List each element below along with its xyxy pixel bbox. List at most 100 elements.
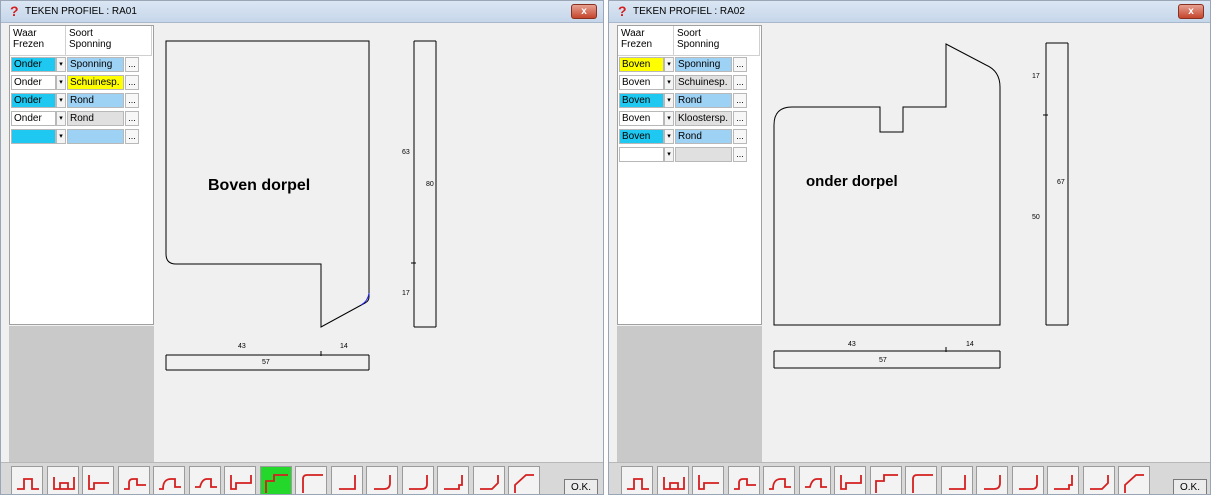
more-options-button[interactable]: ... [733, 57, 747, 72]
more-options-button[interactable]: ... [125, 75, 139, 90]
waar-frezen-cell[interactable]: Onder [11, 57, 56, 72]
tool-button-4[interactable] [727, 466, 760, 494]
soort-sponning-cell[interactable]: Sponning [67, 57, 124, 72]
waar-frezen-cell[interactable]: Boven [619, 93, 664, 108]
dropdown-arrow-icon[interactable]: ▾ [664, 111, 674, 126]
title-bar: ? TEKEN PROFIEL : RA02 x [609, 1, 1210, 23]
tool-button-1[interactable] [621, 466, 653, 494]
dropdown-arrow-icon[interactable]: ▾ [56, 75, 66, 90]
window-title: TEKEN PROFIEL : RA02 [633, 6, 745, 17]
soort-sponning-cell[interactable]: Rond [67, 93, 124, 108]
tool-button-2[interactable] [656, 466, 689, 494]
waar-frezen-cell[interactable]: Onder [11, 75, 56, 90]
dropdown-arrow-icon[interactable]: ▾ [56, 111, 66, 126]
waar-frezen-cell[interactable] [11, 129, 56, 144]
tool-button-5[interactable] [763, 466, 795, 494]
tool-button-7[interactable] [224, 466, 256, 494]
tool-button-8[interactable] [259, 466, 292, 494]
soort-sponning-cell[interactable]: Rond [675, 93, 732, 108]
tool-button-1[interactable] [11, 466, 43, 494]
tool-button-11[interactable] [366, 466, 398, 494]
tool-bar: O.K. [1, 462, 603, 494]
more-options-button[interactable]: ... [733, 129, 747, 144]
soort-sponning-cell[interactable] [675, 147, 732, 162]
waar-frezen-cell[interactable]: Boven [619, 129, 664, 144]
more-options-button[interactable]: ... [125, 111, 139, 126]
dim-right-total: 67 [1057, 179, 1065, 186]
more-options-button[interactable]: ... [733, 75, 747, 90]
dropdown-arrow-icon[interactable]: ▾ [664, 57, 674, 72]
tool-button-15[interactable] [508, 466, 540, 494]
tool-button-7[interactable] [834, 466, 866, 494]
tool-button-6[interactable] [798, 466, 831, 494]
dropdown-arrow-icon[interactable]: ▾ [664, 147, 674, 162]
tool-button-10[interactable] [330, 466, 363, 494]
grey-area [9, 326, 154, 462]
stair-up-icon [874, 474, 898, 493]
tool-button-11[interactable] [976, 466, 1008, 494]
close-button[interactable]: x [1178, 4, 1204, 19]
soort-sponning-cell[interactable]: Rond [67, 111, 124, 126]
question-icon: ? [618, 3, 627, 19]
tool-button-3[interactable] [82, 466, 114, 494]
more-options-button[interactable]: ... [125, 129, 139, 144]
more-options-button[interactable]: ... [125, 93, 139, 108]
ok-button[interactable]: O.K. [564, 479, 598, 494]
bevel-step-2-icon [769, 478, 791, 490]
more-options-button[interactable]: ... [733, 111, 747, 126]
more-options-button[interactable]: ... [733, 147, 747, 162]
dropdown-arrow-icon[interactable]: ▾ [664, 75, 674, 90]
close-button[interactable]: x [571, 4, 597, 19]
waar-frezen-cell[interactable]: Onder [11, 111, 56, 126]
tool-button-4[interactable] [117, 466, 150, 494]
soort-sponning-cell[interactable]: Schuinesp. [675, 75, 732, 90]
corner-rebate-icon [698, 475, 719, 490]
tool-button-13[interactable] [1047, 466, 1079, 494]
tool-bar: O.K. [609, 462, 1210, 494]
double-rebate-icon [52, 477, 75, 490]
dropdown-arrow-icon[interactable]: ▾ [664, 129, 674, 144]
dim-top-b: 14 [966, 341, 974, 348]
col-header-waar-frezen: Waar Frezen [618, 26, 674, 56]
soort-sponning-cell[interactable]: Rond [675, 129, 732, 144]
tool-button-3[interactable] [692, 466, 724, 494]
soort-sponning-cell[interactable]: Kloostersp. [675, 111, 732, 126]
soort-sponning-cell[interactable]: Sponning [675, 57, 732, 72]
tool-button-8[interactable] [869, 466, 902, 494]
waar-frezen-cell[interactable]: Boven [619, 75, 664, 90]
corner-rebate-icon [88, 475, 109, 490]
tool-button-2[interactable] [46, 466, 79, 494]
waar-frezen-cell[interactable] [619, 147, 664, 162]
corner-rebate-2-icon [840, 475, 862, 490]
more-options-button[interactable]: ... [125, 57, 139, 72]
waar-frezen-cell[interactable]: Boven [619, 57, 664, 72]
profile-grid-panel: Waar Frezen Soort Sponning Boven ▾ Sponning.… [617, 25, 762, 325]
dropdown-arrow-icon[interactable]: ▾ [56, 57, 66, 72]
round-corner-icon [984, 475, 1001, 490]
tool-button-9[interactable] [905, 466, 937, 494]
dropdown-arrow-icon[interactable]: ▾ [664, 93, 674, 108]
soort-sponning-cell[interactable] [67, 129, 124, 144]
window-title: TEKEN PROFIEL : RA01 [25, 6, 137, 17]
rebate-step-icon [17, 478, 39, 490]
tool-button-9[interactable] [295, 466, 327, 494]
soort-sponning-cell[interactable]: Schuinesp. [67, 75, 124, 90]
tool-button-12[interactable] [401, 466, 434, 494]
tool-button-10[interactable] [940, 466, 973, 494]
tool-button-14[interactable] [472, 466, 505, 494]
ok-button[interactable]: O.K. [1173, 479, 1207, 494]
dropdown-arrow-icon[interactable]: ▾ [56, 93, 66, 108]
waar-frezen-cell[interactable]: Onder [11, 93, 56, 108]
profile-drawing [773, 42, 1069, 369]
more-options-button[interactable]: ... [733, 93, 747, 108]
tool-button-15[interactable] [1118, 466, 1150, 494]
tool-button-12[interactable] [1011, 466, 1044, 494]
waar-frezen-cell[interactable]: Boven [619, 111, 664, 126]
tool-button-13[interactable] [437, 466, 469, 494]
tool-button-14[interactable] [1082, 466, 1115, 494]
title-bar: ? TEKEN PROFIEL : RA01 x [1, 1, 603, 23]
tool-button-6[interactable] [188, 466, 221, 494]
tool-button-5[interactable] [153, 466, 185, 494]
stair-up-2-icon [302, 474, 323, 493]
dropdown-arrow-icon[interactable]: ▾ [56, 129, 66, 144]
